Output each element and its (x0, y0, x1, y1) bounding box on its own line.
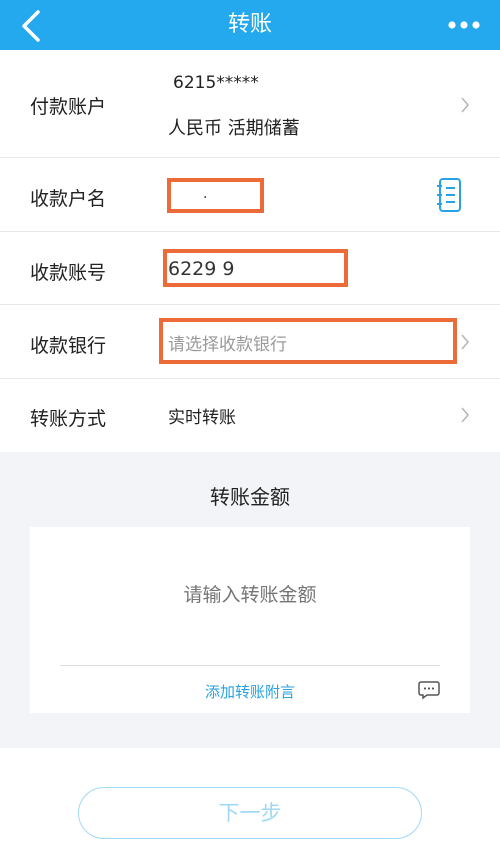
payee-bank-placeholder: 请选择收款银行 (168, 335, 287, 355)
chevron-right-icon (461, 407, 470, 423)
divider (60, 665, 440, 666)
chevron-right-icon (461, 97, 470, 113)
message-bubble-icon[interactable] (418, 680, 440, 700)
chevron-right-icon (461, 334, 470, 350)
amount-card: 添加转账附言 (30, 527, 470, 713)
transfer-method-row[interactable]: 转账方式 (0, 379, 500, 452)
payee-name-label: 收款户名 (30, 188, 107, 210)
payee-account-value: 6229 9 (168, 258, 235, 280)
more-dots-icon[interactable] (446, 14, 482, 36)
page-title: 转账 (227, 12, 272, 37)
payee-account-label: 收款账号 (30, 262, 107, 284)
amount-title: 转账金额 (210, 485, 290, 509)
amount-input[interactable] (30, 585, 470, 607)
payee-name-value: . (203, 186, 208, 202)
payer-account-type: 人民币 活期储蓄 (168, 118, 300, 139)
payer-account-row[interactable]: 付款账户 (0, 50, 500, 157)
payer-account-number: 6215***** (173, 73, 259, 93)
add-note-link[interactable]: 添加转账附言 (30, 681, 470, 702)
transfer-method-label: 转账方式 (30, 408, 107, 430)
payee-name-field[interactable]: . (167, 178, 264, 213)
next-step-button[interactable]: 下一步 (78, 787, 422, 839)
transfer-method-value: 实时转账 (168, 408, 236, 428)
address-book-icon[interactable] (435, 177, 465, 213)
payee-bank-label: 收款银行 (30, 335, 107, 357)
top-nav-bar: 转账 (0, 0, 500, 50)
payer-account-label: 付款账户 (30, 96, 107, 118)
